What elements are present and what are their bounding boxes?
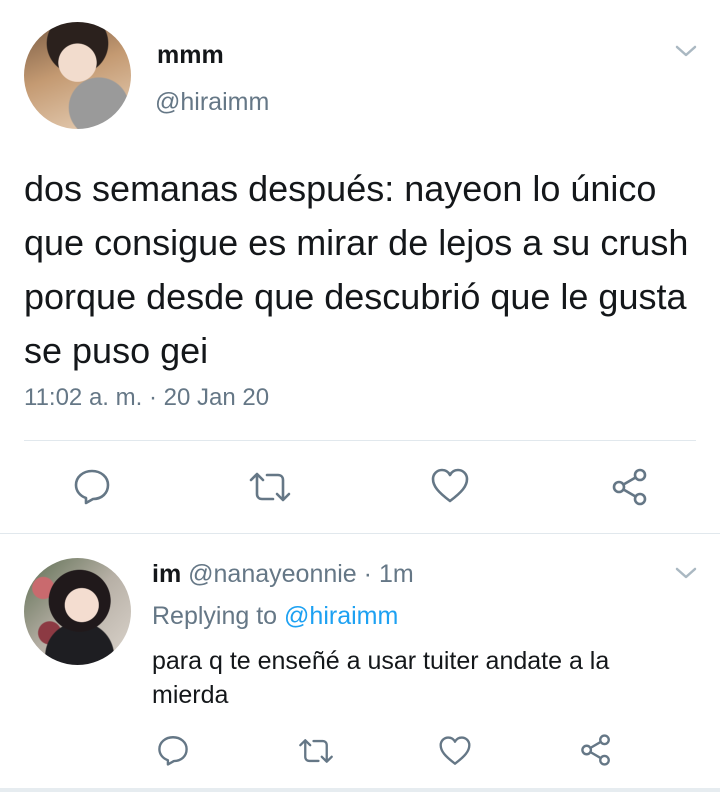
reply-icon[interactable] — [72, 466, 112, 506]
bottom-divider — [0, 788, 720, 792]
author-handle[interactable]: @hiraimm — [155, 88, 269, 117]
share-icon[interactable] — [610, 467, 650, 507]
replying-prefix: Replying to — [152, 602, 278, 630]
like-icon[interactable] — [430, 467, 470, 505]
chevron-down-icon[interactable] — [673, 560, 699, 586]
tweet-timestamp[interactable]: 11:02 a. m. · 20 Jan 20 — [24, 384, 269, 412]
reply-author-avatar[interactable] — [24, 558, 131, 665]
retweet-icon[interactable] — [247, 468, 293, 506]
chevron-down-icon[interactable] — [673, 38, 699, 64]
replying-mention-link[interactable]: @hiraimm — [284, 602, 398, 630]
divider — [24, 440, 696, 441]
tweet-text: dos semanas después: nayeon lo único que… — [24, 168, 689, 371]
reply-handle[interactable]: @nanayeonnie — [188, 560, 357, 588]
share-icon[interactable] — [579, 733, 613, 767]
section-divider — [0, 533, 720, 534]
reply-text: para q te enseñé a usar tuiter andate a … — [152, 647, 610, 709]
reply-time[interactable]: 1m — [379, 560, 414, 588]
reply-icon[interactable] — [156, 733, 190, 767]
author-display-name[interactable]: mmm — [157, 41, 224, 70]
replying-to: Replying to @hiraimm — [152, 602, 398, 631]
reply-separator: · — [363, 560, 372, 588]
retweet-icon[interactable] — [297, 735, 335, 767]
reply-header: im @nanayeonnie · 1m — [152, 560, 414, 589]
reply-display-name[interactable]: im — [152, 560, 181, 588]
author-avatar[interactable] — [24, 22, 131, 129]
like-icon[interactable] — [438, 735, 472, 767]
